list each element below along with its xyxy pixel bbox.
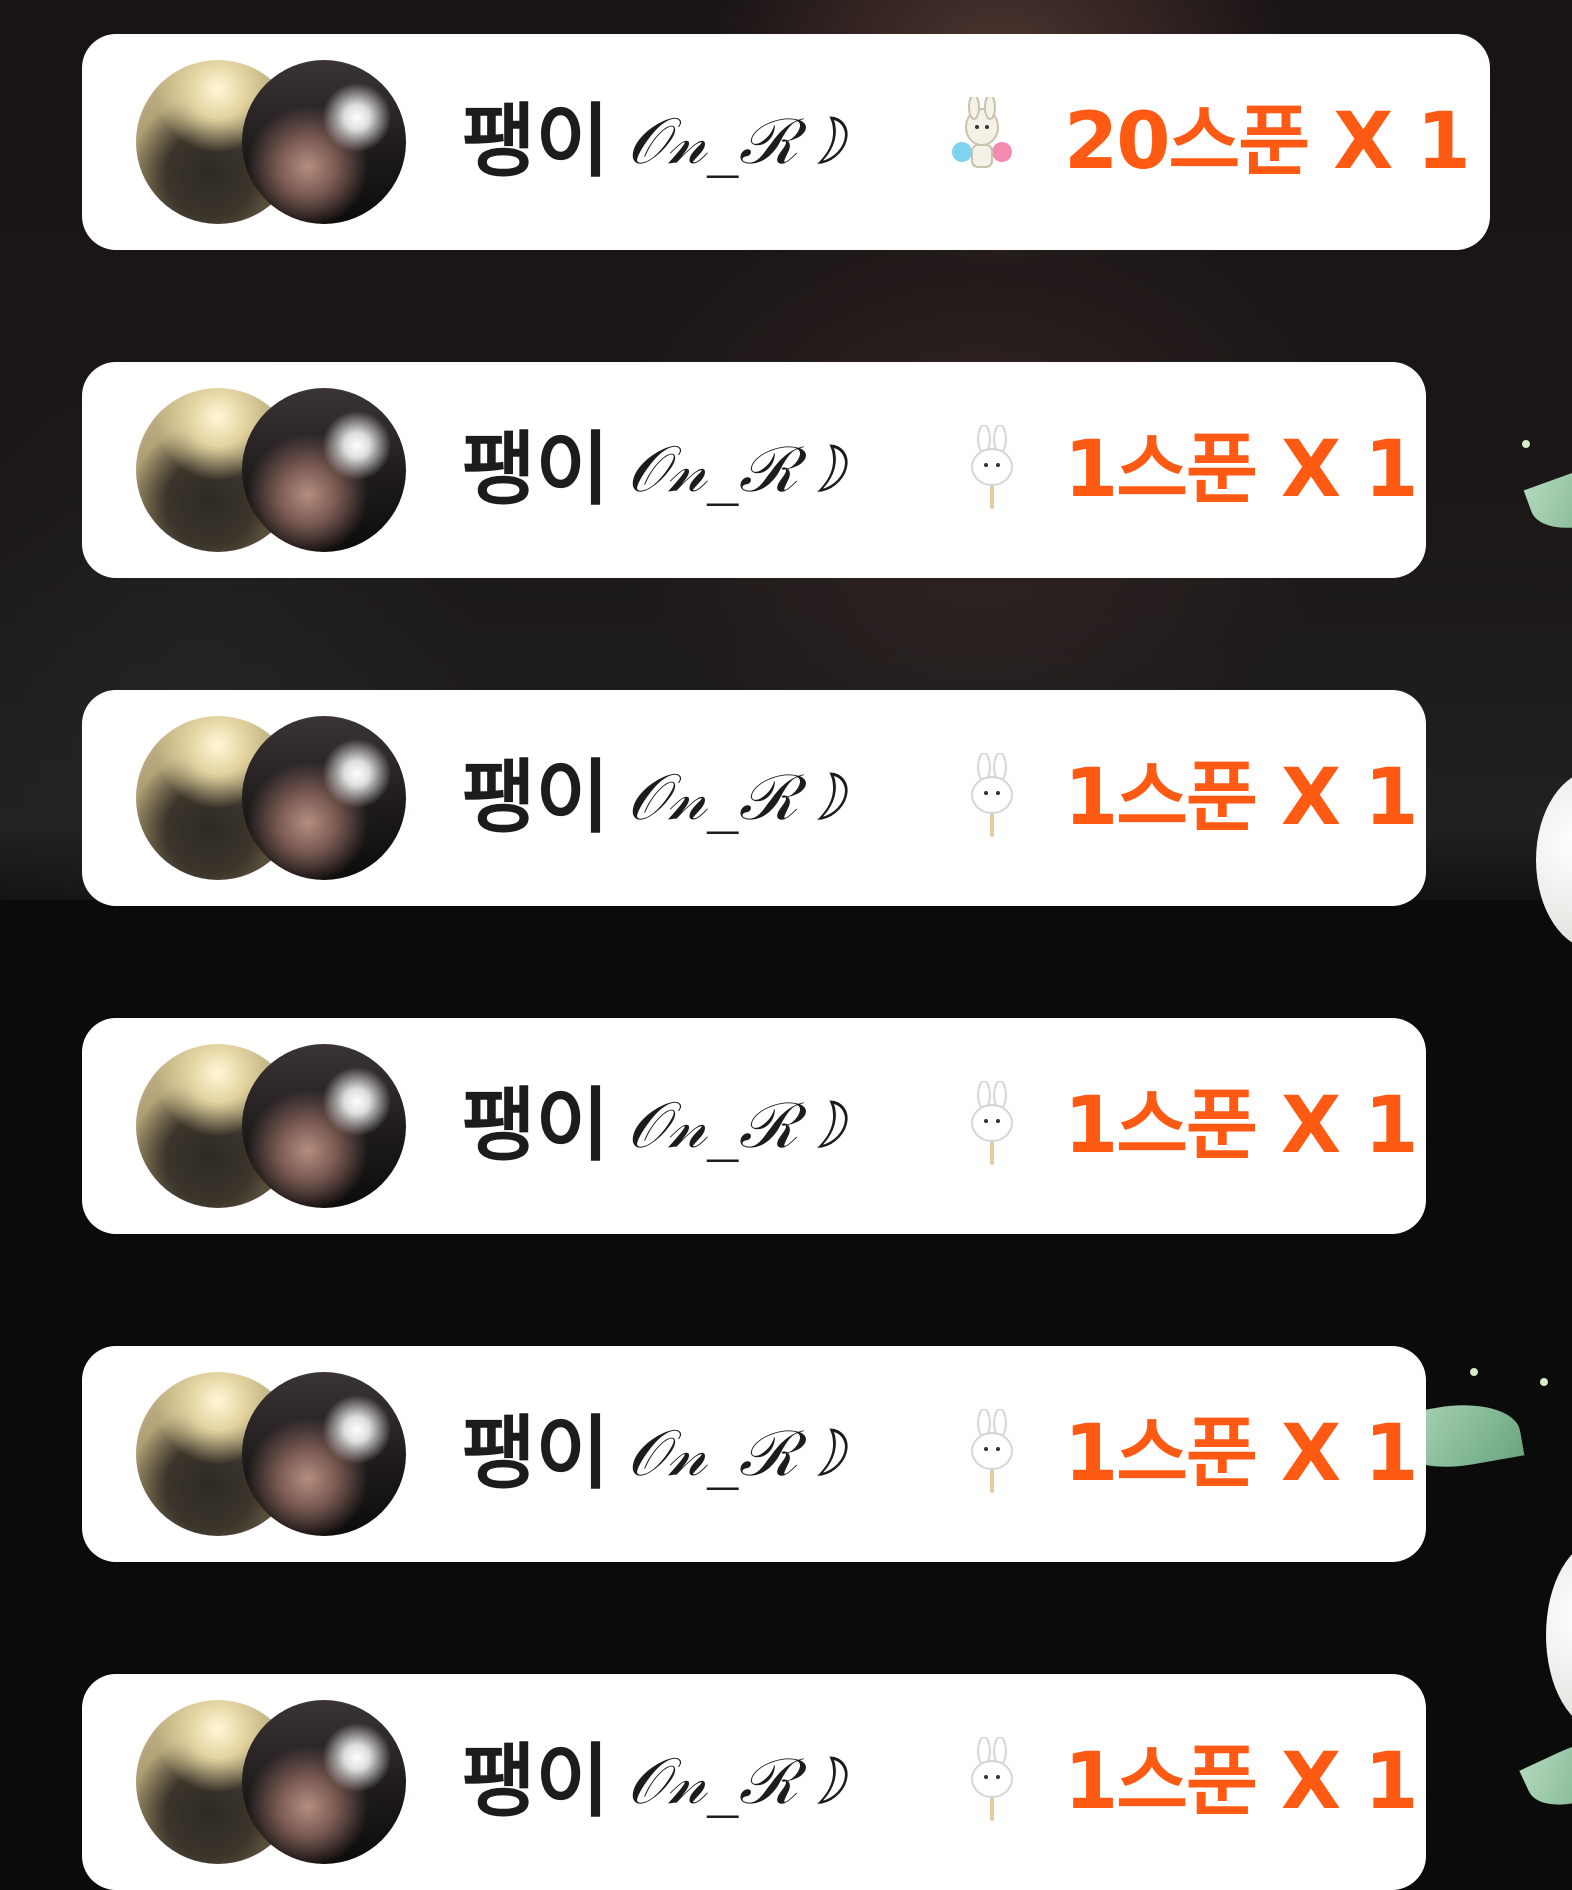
sender-nickname-suffix: 𝒪𝓃_ℛ☽ xyxy=(627,1745,844,1819)
bunny-lollipop-sticker-icon xyxy=(971,1081,1013,1165)
gift-notification-card[interactable]: 팽이 𝒪𝓃_ℛ☽ 1스푼 X 1 xyxy=(82,690,1426,906)
bunny-lollipop-sticker-icon xyxy=(971,1409,1013,1493)
sender-partner-avatar[interactable] xyxy=(242,1700,406,1864)
sender-partner-avatar[interactable] xyxy=(242,1372,406,1536)
gift-amount-label: 1스푼 X 1 xyxy=(1064,425,1419,515)
sender-partner-avatar[interactable] xyxy=(242,1044,406,1208)
gift-notification-card[interactable]: 팽이 𝒪𝓃_ℛ☽ 1스푼 X 1 xyxy=(82,1018,1426,1234)
bunny-balloons-sticker-icon xyxy=(952,97,1012,168)
sender-nickname: 팽이 xyxy=(462,751,610,844)
sender-nickname: 팽이 xyxy=(462,423,610,516)
sender-nickname-suffix: 𝒪𝓃_ℛ☽ xyxy=(627,761,844,835)
gift-notification-feed: 팽이 𝒪𝓃_ℛ☽ 20스푼 X 1 팽이 𝒪𝓃_ℛ☽ 1스푼 X 1 팽이 𝒪𝓃… xyxy=(0,0,1572,1890)
sender-nickname: 팽이 xyxy=(462,1079,610,1172)
sender-nickname: 팽이 xyxy=(462,95,610,188)
bunny-lollipop-sticker-icon xyxy=(971,1737,1013,1821)
sender-nickname-suffix: 𝒪𝓃_ℛ☽ xyxy=(627,1417,844,1491)
sender-nickname-suffix: 𝒪𝓃_ℛ☽ xyxy=(627,105,844,179)
sender-nickname: 팽이 xyxy=(462,1407,610,1500)
gift-amount-label: 1스푼 X 1 xyxy=(1064,1737,1419,1827)
gift-notification-card[interactable]: 팽이 𝒪𝓃_ℛ☽ 20스푼 X 1 xyxy=(82,34,1490,250)
gift-amount-label: 1스푼 X 1 xyxy=(1064,1409,1419,1499)
gift-amount-label: 20스푼 X 1 xyxy=(1064,97,1471,187)
sender-nickname: 팽이 xyxy=(462,1735,610,1828)
sender-nickname-suffix: 𝒪𝓃_ℛ☽ xyxy=(627,433,844,507)
sender-partner-avatar[interactable] xyxy=(242,388,406,552)
bunny-lollipop-sticker-icon xyxy=(971,753,1013,837)
gift-notification-card[interactable]: 팽이 𝒪𝓃_ℛ☽ 1스푼 X 1 xyxy=(82,1346,1426,1562)
gift-amount-label: 1스푼 X 1 xyxy=(1064,1081,1419,1171)
bunny-lollipop-sticker-icon xyxy=(971,425,1013,509)
gift-amount-label: 1스푼 X 1 xyxy=(1064,753,1419,843)
sender-partner-avatar[interactable] xyxy=(242,60,406,224)
gift-notification-card[interactable]: 팽이 𝒪𝓃_ℛ☽ 1스푼 X 1 xyxy=(82,362,1426,578)
sender-partner-avatar[interactable] xyxy=(242,716,406,880)
gift-notification-card[interactable]: 팽이 𝒪𝓃_ℛ☽ 1스푼 X 1 xyxy=(82,1674,1426,1890)
sender-nickname-suffix: 𝒪𝓃_ℛ☽ xyxy=(627,1089,844,1163)
